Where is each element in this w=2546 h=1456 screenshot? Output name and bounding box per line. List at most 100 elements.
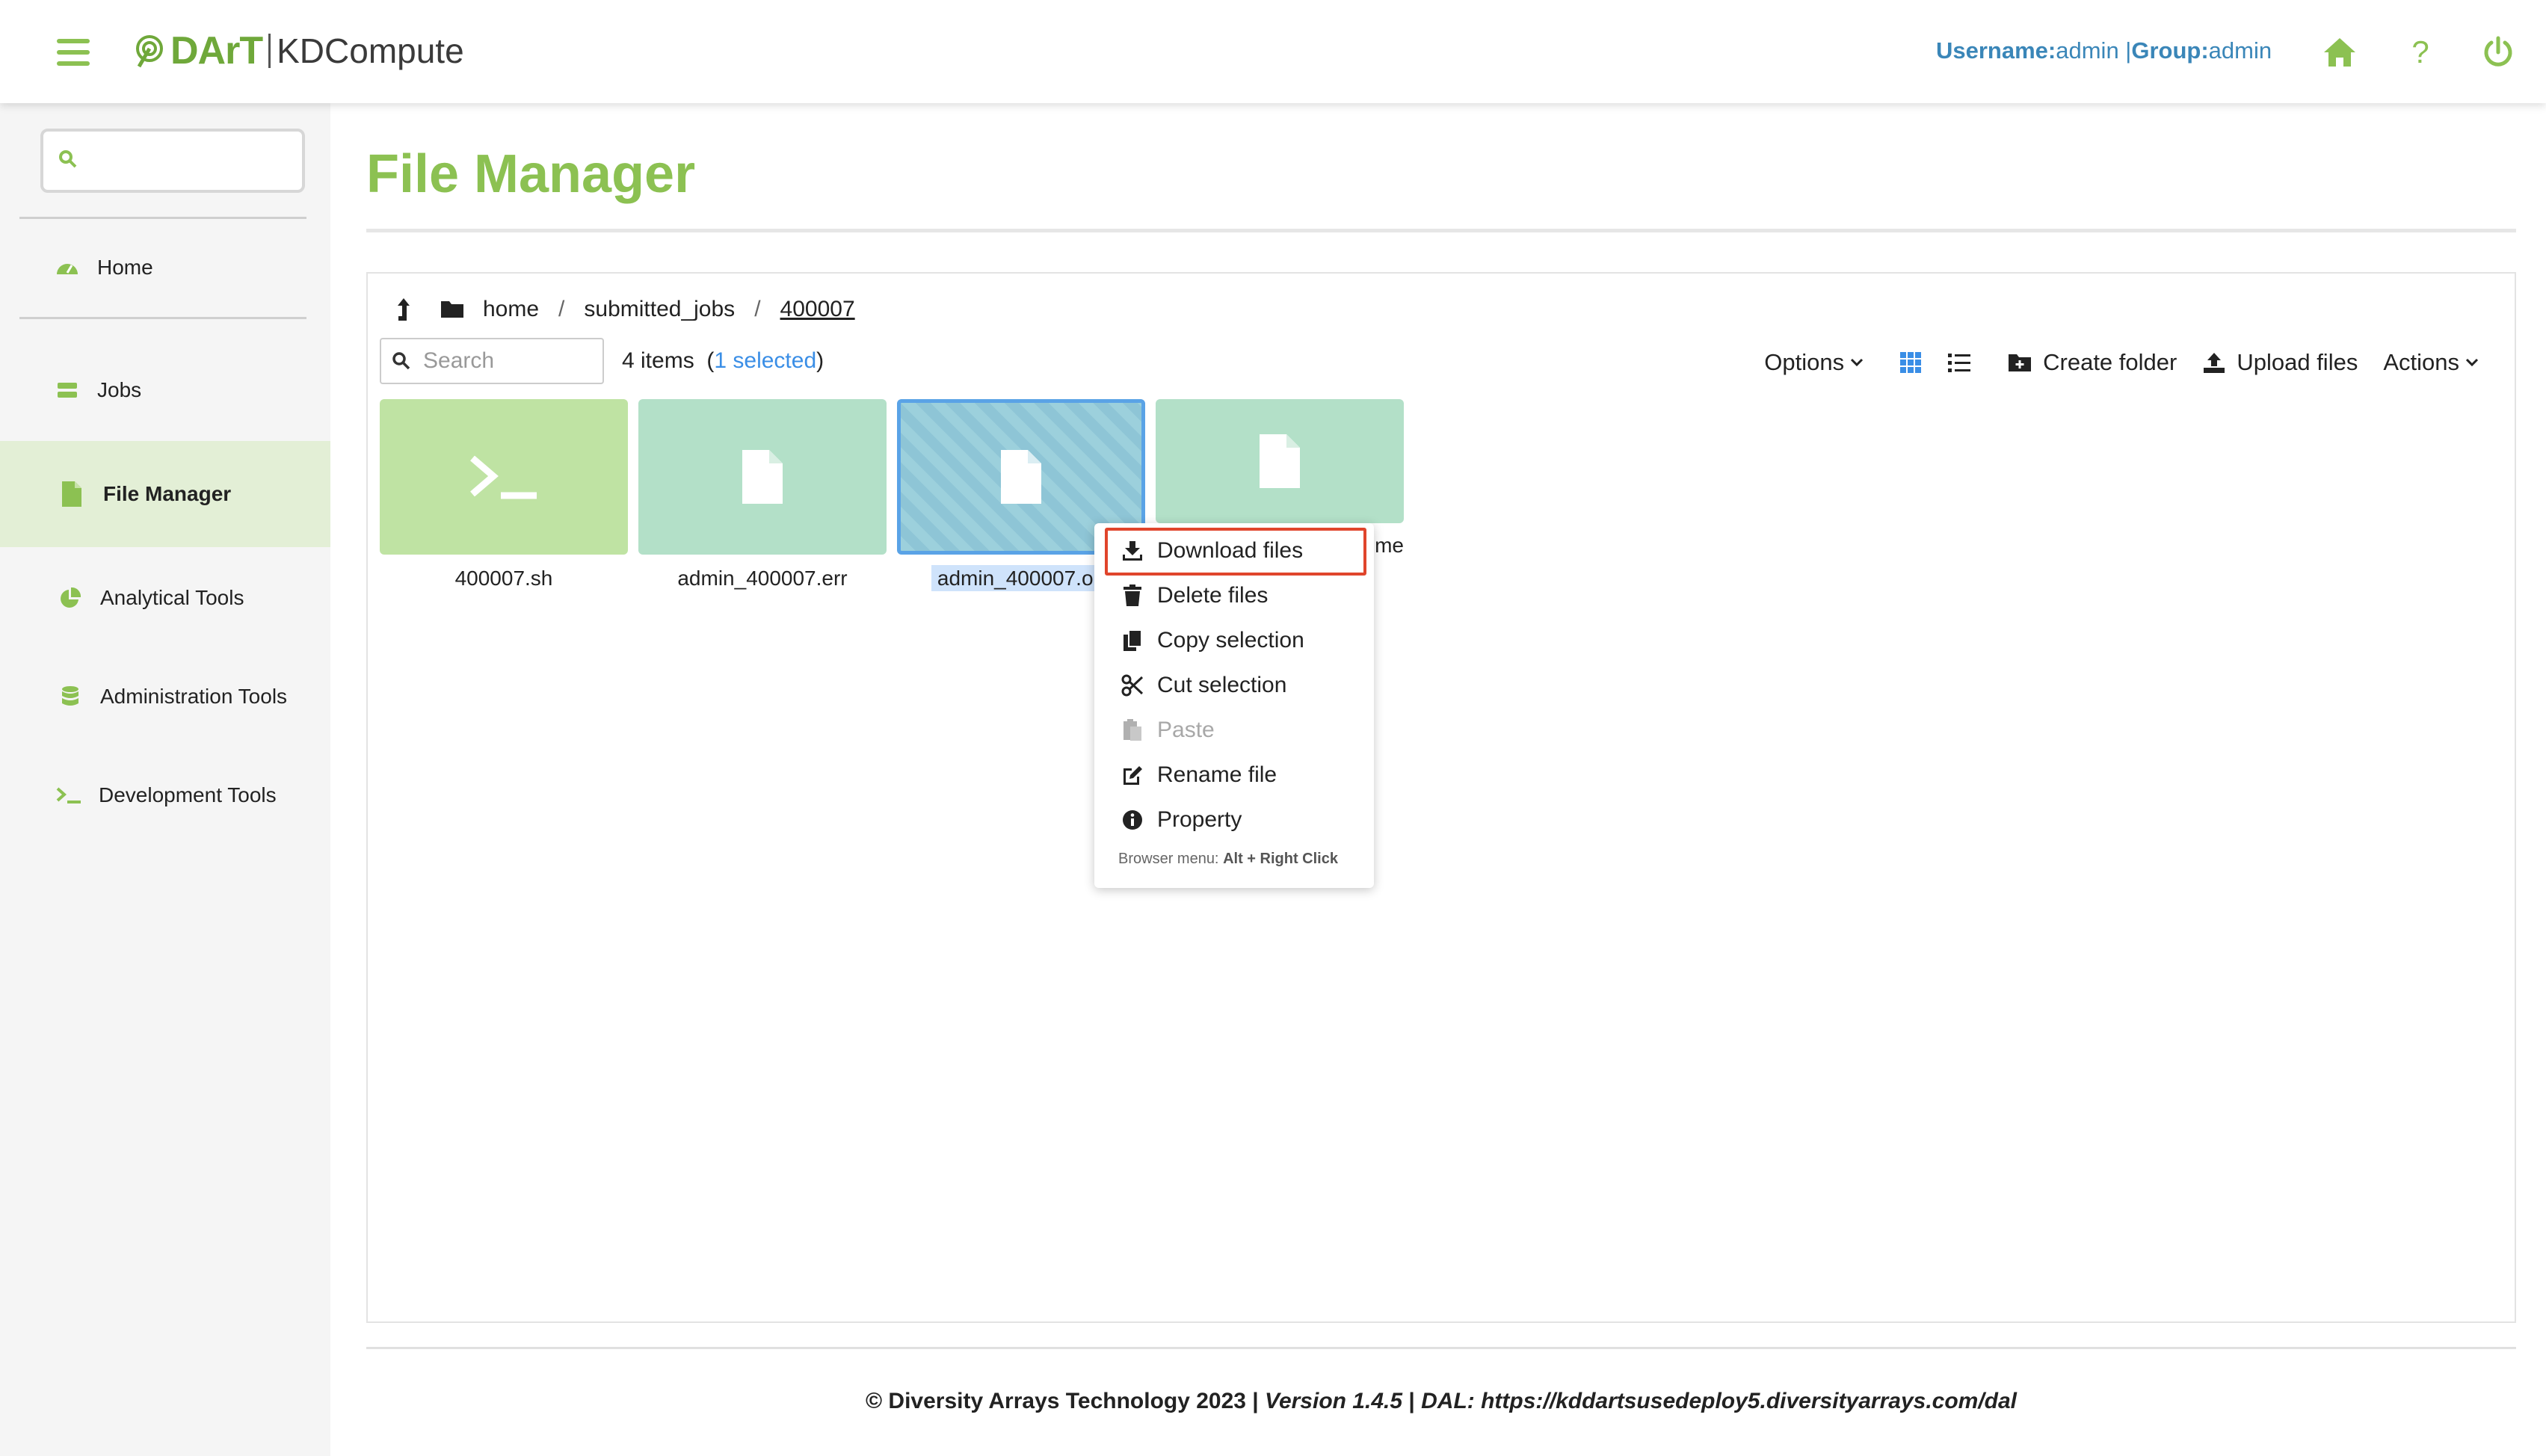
sidebar-item-analytical-tools[interactable]: Analytical Tools — [0, 583, 330, 613]
file-name[interactable]: admin_400007.err — [638, 567, 887, 590]
upload-icon — [2204, 353, 2225, 373]
folder-plus-icon — [2009, 354, 2032, 371]
file-icon — [1001, 450, 1041, 504]
file-icon — [1260, 434, 1300, 488]
logo-divider — [268, 34, 271, 68]
sidebar-item-development-tools[interactable]: Development Tools — [0, 780, 330, 810]
breadcrumb-item-home[interactable]: home — [483, 297, 539, 322]
search-icon — [392, 352, 410, 370]
selected-count[interactable]: 1 selected — [714, 348, 816, 373]
sidebar-divider — [19, 317, 306, 319]
sidebar-search-input[interactable] — [40, 129, 305, 193]
power-icon[interactable] — [2479, 33, 2518, 72]
chevron-down-icon — [1851, 358, 1864, 367]
home-icon[interactable] — [2320, 33, 2359, 72]
create-folder-button[interactable]: Create folder — [2007, 349, 2177, 376]
context-menu: Download files Delete files Copy selecti… — [1094, 523, 1374, 888]
folder-icon — [441, 301, 463, 318]
context-menu-hint: Browser menu: Alt + Right Click — [1118, 851, 1338, 868]
file-thumbnail[interactable] — [380, 399, 628, 555]
scissors-icon — [1120, 674, 1145, 697]
sidebar-item-label: File Manager — [103, 482, 232, 505]
top-bar: DArT KDCompute Username:admin |Group:adm… — [0, 0, 2546, 103]
username-label: Username: — [1936, 37, 2056, 64]
sidebar-item-jobs[interactable]: Jobs — [0, 375, 330, 405]
menu-item-cut-selection[interactable]: Cut selection — [1094, 664, 1374, 707]
menu-item-download-files[interactable]: Download files — [1094, 529, 1374, 573]
sidebar-item-label: Jobs — [97, 378, 142, 401]
file-tile[interactable]: 400007.sh — [380, 399, 628, 590]
file-name-text: admin_400007.ou — [931, 565, 1112, 591]
sidebar-item-label: Analytical Tools — [100, 586, 244, 609]
sidebar-item-label: Home — [97, 256, 153, 279]
list-view-button[interactable] — [1947, 352, 1982, 373]
menu-item-label: Rename file — [1157, 762, 1277, 787]
breadcrumb: home / submitted_jobs / 400007 — [393, 294, 855, 324]
edit-icon — [1120, 764, 1145, 786]
sidebar: Home Jobs File Manager Analytical Tools … — [0, 103, 330, 1456]
sidebar-item-file-manager[interactable]: File Manager — [0, 441, 330, 547]
footer: © Diversity Arrays Technology 2023 | Ver… — [366, 1389, 2516, 1414]
dashboard-icon — [54, 254, 81, 281]
user-info-separator: | — [2118, 37, 2132, 64]
title-divider — [366, 229, 2516, 232]
server-icon — [54, 377, 81, 404]
download-icon — [1120, 540, 1145, 562]
footer-separator: | — [1402, 1389, 1422, 1413]
product-name: KDCompute — [277, 31, 464, 70]
user-info: Username:admin |Group:admin — [1936, 37, 2272, 64]
footer-version: Version 1.4.5 — [1265, 1389, 1403, 1413]
footer-divider — [366, 1347, 2516, 1349]
options-label: Options — [1764, 349, 1845, 375]
page-title: File Manager — [366, 144, 696, 204]
options-dropdown[interactable]: Options — [1764, 349, 1874, 376]
breadcrumb-item-current[interactable]: 400007 — [780, 297, 855, 322]
file-search-input[interactable]: Search — [380, 338, 604, 384]
dart-logo-icon — [136, 35, 163, 68]
footer-copyright: © Diversity Arrays Technology 2023 | — [865, 1389, 1266, 1413]
file-thumbnail[interactable] — [638, 399, 887, 555]
group-label: Group: — [2131, 37, 2209, 64]
database-icon — [57, 683, 84, 710]
help-icon[interactable]: ? — [2401, 33, 2440, 72]
items-count-label: 4 items — [622, 348, 694, 373]
terminal-icon — [470, 455, 537, 499]
hint-prefix: Browser menu: — [1118, 851, 1224, 867]
menu-item-label: Delete files — [1157, 583, 1269, 608]
breadcrumb-separator: / — [558, 297, 565, 321]
sidebar-item-label: Development Tools — [99, 783, 277, 806]
hamburger-menu-icon[interactable] — [57, 39, 90, 66]
group-value: admin — [2208, 37, 2272, 64]
items-count: 4 items (1 selected) — [622, 348, 824, 373]
sidebar-item-label: Administration Tools — [100, 685, 288, 708]
menu-item-copy-selection[interactable]: Copy selection — [1094, 619, 1374, 662]
sidebar-divider — [19, 217, 306, 219]
grid-icon — [1900, 352, 1922, 373]
grid-view-button[interactable] — [1899, 351, 1932, 374]
sidebar-item-administration-tools[interactable]: Administration Tools — [0, 682, 330, 712]
actions-dropdown[interactable]: Actions — [2383, 349, 2489, 376]
menu-item-label: Copy selection — [1157, 628, 1304, 653]
app-logo[interactable]: DArT KDCompute — [135, 28, 464, 73]
go-up-icon[interactable] — [393, 297, 414, 322]
menu-item-label: Download files — [1157, 538, 1304, 563]
file-tile[interactable]: admin_400007.err — [638, 399, 887, 590]
file-thumbnail[interactable] — [1156, 399, 1404, 523]
username-value: admin — [2056, 37, 2119, 64]
menu-item-label: Property — [1157, 807, 1242, 832]
file-name[interactable]: 400007.sh — [380, 567, 628, 590]
breadcrumb-item-submitted-jobs[interactable]: submitted_jobs — [584, 297, 735, 322]
trash-icon — [1120, 584, 1145, 607]
hint-keys: Alt + Right Click — [1223, 851, 1338, 867]
chevron-down-icon — [2465, 358, 2479, 367]
terminal-icon — [55, 782, 82, 809]
sidebar-item-home[interactable]: Home — [0, 253, 330, 283]
menu-item-property[interactable]: Property — [1094, 798, 1374, 842]
upload-files-button[interactable]: Upload files — [2202, 349, 2358, 376]
search-placeholder: Search — [423, 348, 495, 373]
menu-item-label: Paste — [1157, 718, 1215, 742]
menu-item-delete-files[interactable]: Delete files — [1094, 574, 1374, 617]
file-icon — [742, 450, 783, 504]
menu-item-rename-file[interactable]: Rename file — [1094, 753, 1374, 797]
file-icon — [58, 481, 85, 508]
